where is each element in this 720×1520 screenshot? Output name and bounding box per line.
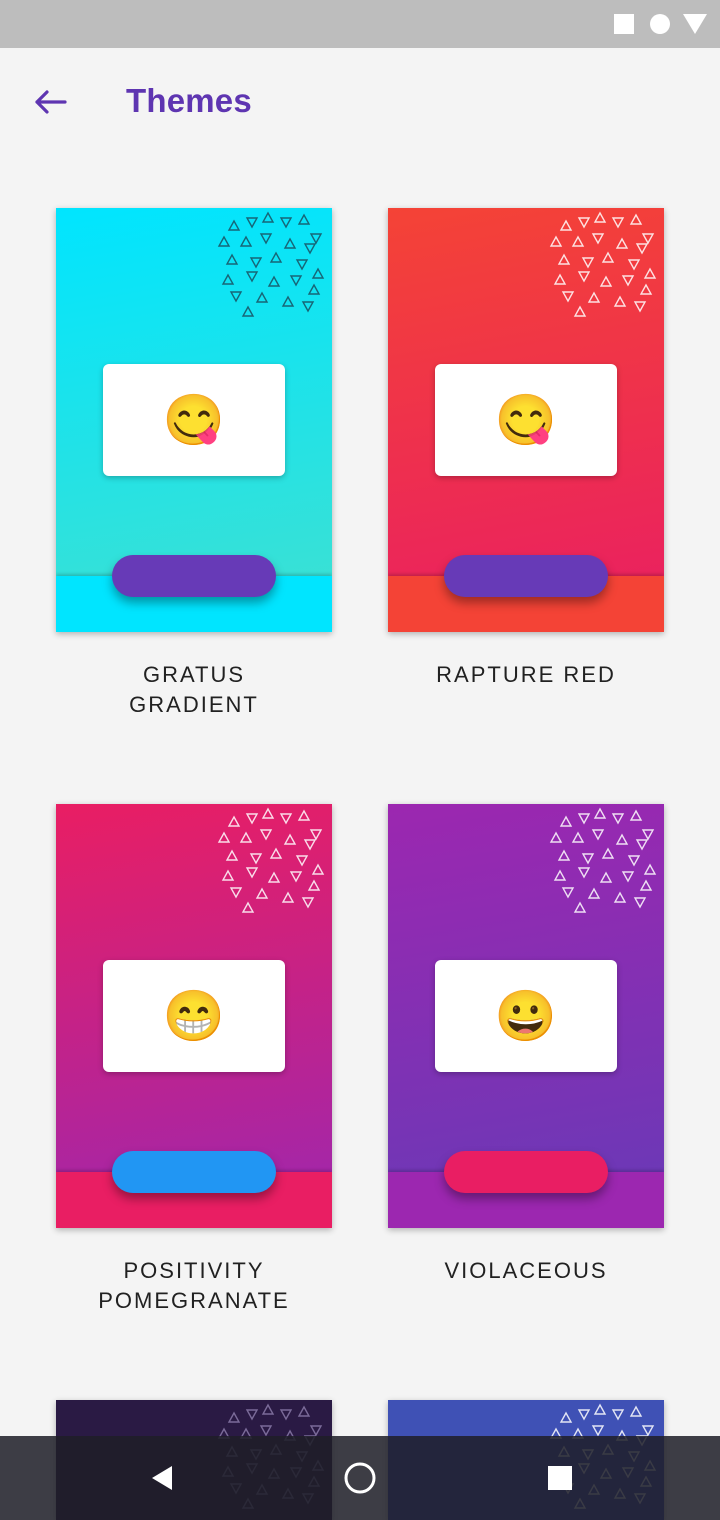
theme-preview: 😁 [56,804,332,1228]
nav-home-button[interactable] [338,1456,382,1500]
theme-card-violaceous[interactable]: 😀 VIOLACEOUS [388,804,664,1286]
theme-name: GRATUS GRADIENT [129,662,259,717]
emoji-icon: 😋 [494,392,558,448]
preview-button [112,555,276,597]
theme-preview: 😋 [388,208,664,632]
arrow-left-icon [35,90,67,114]
nav-recents-button[interactable] [538,1456,582,1500]
triangle-pattern-icon [217,211,325,317]
app-bar: Themes [0,48,720,160]
page-title: Themes [126,82,252,119]
triangle-pattern-icon [217,807,325,913]
status-bar [0,0,720,48]
nav-back-button[interactable] [140,1456,184,1500]
preview-button [112,1151,276,1193]
emoji-icon: 😁 [162,988,226,1044]
preview-message-card: 😁 [103,960,285,1072]
dot-icon [650,14,670,34]
circle-home-icon [344,1462,376,1494]
triangle-pattern-icon [549,807,657,913]
stop-icon [614,14,634,34]
triangle-pattern-icon [549,211,657,317]
theme-preview: 😋 [56,208,332,632]
emoji-icon: 😋 [162,392,226,448]
theme-preview: 😀 [388,804,664,1228]
back-button[interactable] [24,76,76,128]
theme-name: VIOLACEOUS [444,1258,608,1283]
signal-icon [683,14,707,34]
preview-message-card: 😋 [435,364,617,476]
system-nav-bar [0,1436,720,1520]
theme-name: POSITIVITY POMEGRANATE [98,1258,290,1313]
square-recents-icon [548,1466,572,1490]
theme-name: RAPTURE RED [436,662,616,687]
preview-button [444,1151,608,1193]
preview-button [444,555,608,597]
theme-card-gratus-gradient[interactable]: 😋 GRATUS GRADIENT [56,208,332,720]
triangle-back-icon [152,1466,172,1490]
preview-message-card: 😀 [435,960,617,1072]
theme-card-positivity-pomegranate[interactable]: 😁 POSITIVITY POMEGRANATE [56,804,332,1316]
preview-message-card: 😋 [103,364,285,476]
emoji-icon: 😀 [494,988,558,1044]
theme-card-rapture-red[interactable]: 😋 RAPTURE RED [388,208,664,690]
